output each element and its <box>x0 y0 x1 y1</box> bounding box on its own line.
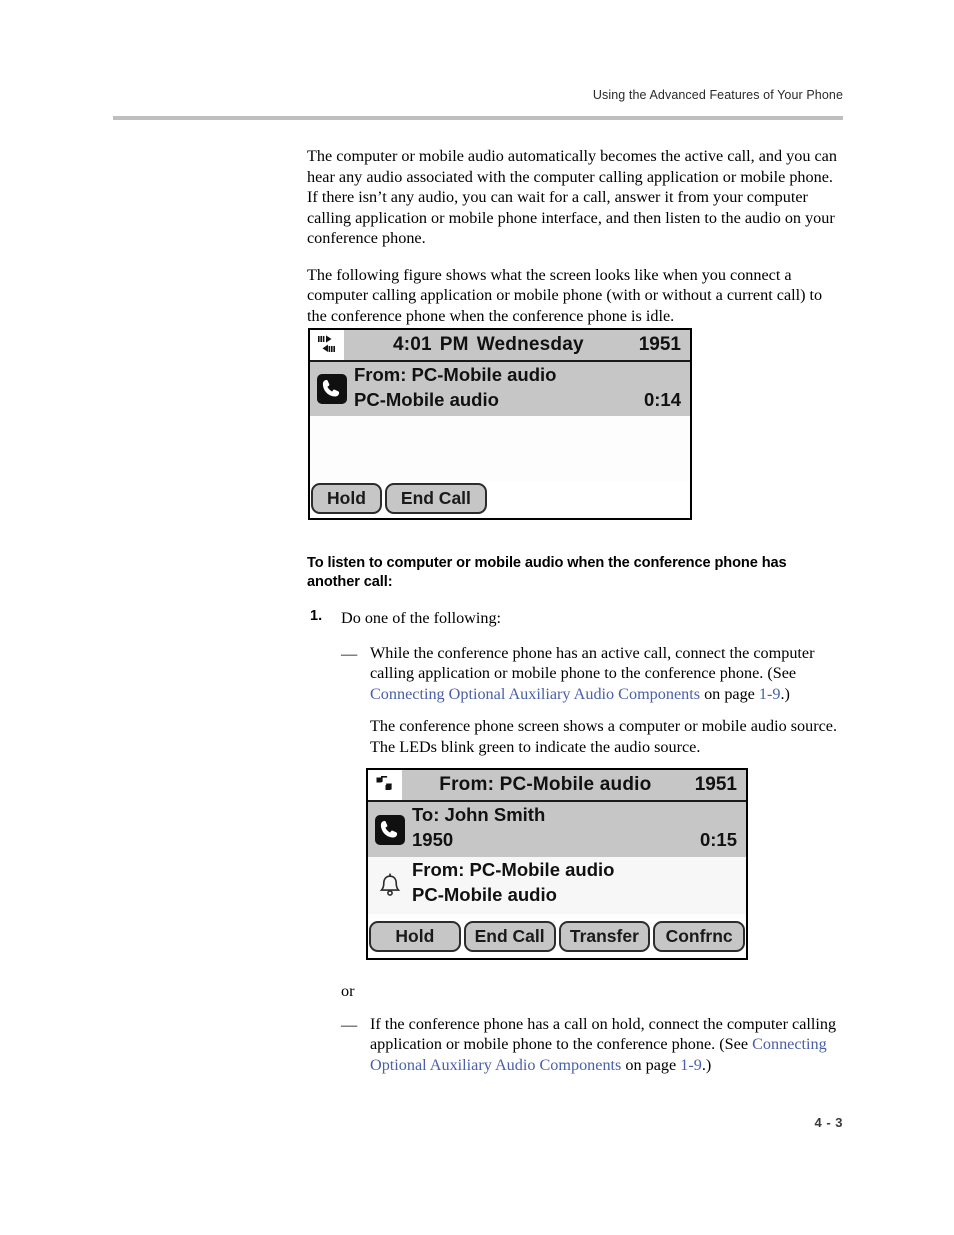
bullet-1-text-part2: on page <box>700 684 759 703</box>
music-note-icon <box>368 770 402 800</box>
lcd-extension-2: 1951 <box>694 774 737 795</box>
lcd-softkey-row-2: Hold End Call Transfer Confrnc <box>368 919 746 952</box>
lcd-blank-area-1 <box>310 416 690 481</box>
lcd-call-body-2: To: John Smith 1950 0:15 <box>412 802 746 857</box>
softkey-end-call-2[interactable]: End Call <box>463 921 556 952</box>
or-separator: or <box>341 982 355 1000</box>
lcd-call-line1-active: To: John Smith <box>412 804 546 825</box>
bullet-1-text-part3: .) <box>780 684 790 703</box>
softkey-hold-2[interactable]: Hold <box>369 921 461 952</box>
lcd-softkey-row-1: Hold End Call <box>310 481 690 514</box>
softkey-transfer[interactable]: Transfer <box>558 921 651 952</box>
bullet-1: — While the conference phone has an acti… <box>307 643 843 705</box>
lcd-call-body-1: From: PC-Mobile audio PC-Mobile audio 0:… <box>354 362 690 416</box>
handset-active-icon <box>310 362 354 416</box>
header-rule <box>113 116 843 120</box>
lcd-call-line1-incoming: From: PC-Mobile audio <box>412 859 615 880</box>
lcd-call-party-incoming: PC-Mobile audio <box>412 884 557 905</box>
lcd-day: Wednesday <box>476 334 584 355</box>
lcd-call-row-active-2: To: John Smith 1950 0:15 <box>368 802 746 857</box>
lcd-call-line2-active: 1950 0:15 <box>412 827 737 853</box>
lcd-time: 4:01 <box>392 334 432 355</box>
page-number: 4 - 3 <box>814 1115 843 1130</box>
softkey-confrnc[interactable]: Confrnc <box>653 921 745 952</box>
lcd-ampm: PM <box>439 334 469 355</box>
figure-phone-screen-idle: 4:01 PM Wednesday 1951 From: PC-Mobile aud… <box>308 328 692 520</box>
bullet-1-dash: — <box>341 644 358 663</box>
bullet-2-dash: — <box>341 1015 358 1034</box>
bell-icon <box>368 857 412 914</box>
sub-paragraph-led: The conference phone screen shows a comp… <box>370 717 838 756</box>
bullet-2: — If the conference phone has a call on … <box>307 1014 843 1076</box>
link-connecting-auxiliary-audio-1[interactable]: Connecting Optional Auxiliary Audio Comp… <box>370 685 700 703</box>
lcd-status-bar-2: From: PC-Mobile audio 1951 <box>368 770 746 802</box>
bullet-1-text: While the conference phone has an active… <box>370 644 815 703</box>
lcd-call-line2: PC-Mobile audio 0:14 <box>354 387 681 413</box>
lcd-call-row-incoming: From: PC-Mobile audio PC-Mobile audio <box>368 857 746 914</box>
running-header: Using the Advanced Features of Your Phon… <box>592 88 843 102</box>
lcd-status-text-2: From: PC-Mobile audio <box>439 774 652 795</box>
lcd-call-line2-incoming: PC-Mobile audio <box>412 882 737 908</box>
lcd-call-row-active-1: From: PC-Mobile audio PC-Mobile audio 0:… <box>310 362 690 416</box>
step-1-marker: 1. <box>310 608 323 624</box>
softkey-end-call-1[interactable]: End Call <box>384 483 487 514</box>
lcd-call-body-incoming: From: PC-Mobile audio PC-Mobile audio <box>412 857 746 914</box>
paragraph-1: The computer or mobile audio automatical… <box>307 147 837 247</box>
figure-phone-screen-active: From: PC-Mobile audio 1951 To: John Smit… <box>366 768 748 960</box>
bullet-2-text: If the conference phone has a call on ho… <box>370 1015 836 1074</box>
lcd-status-text-1: 4:01 PM Wednesday <box>344 334 639 356</box>
lcd-extension-1: 1951 <box>638 334 681 355</box>
lcd-call-party: PC-Mobile audio <box>354 389 499 410</box>
lcd-call-duration-active: 0:15 <box>699 829 737 850</box>
bullet-2-text-part2: on page <box>621 1055 681 1074</box>
lcd-call-duration: 0:14 <box>643 389 681 410</box>
step-1: 1. Do one of the following: <box>307 608 843 629</box>
step-1-text: Do one of the following: <box>341 609 502 627</box>
softkey-hold-1[interactable]: Hold <box>311 483 382 514</box>
lcd-call-party-active: 1950 <box>412 829 454 850</box>
handset-active-icon <box>368 802 412 857</box>
bullet-1-text-part1: While the conference phone has an active… <box>370 643 815 683</box>
paragraph-2: The following figure shows what the scre… <box>307 265 823 325</box>
link-page-1-9-a[interactable]: 1-9 <box>759 685 781 703</box>
link-page-1-9-b[interactable]: 1-9 <box>680 1056 702 1074</box>
lcd-call-line1: From: PC-Mobile audio <box>354 364 557 385</box>
section-heading: To listen to computer or mobile audio wh… <box>307 555 787 590</box>
bullet-2-text-part3: .) <box>701 1055 712 1074</box>
lcd-status-bar-1: 4:01 PM Wednesday 1951 <box>310 330 690 362</box>
audio-transfer-icon <box>310 330 344 360</box>
